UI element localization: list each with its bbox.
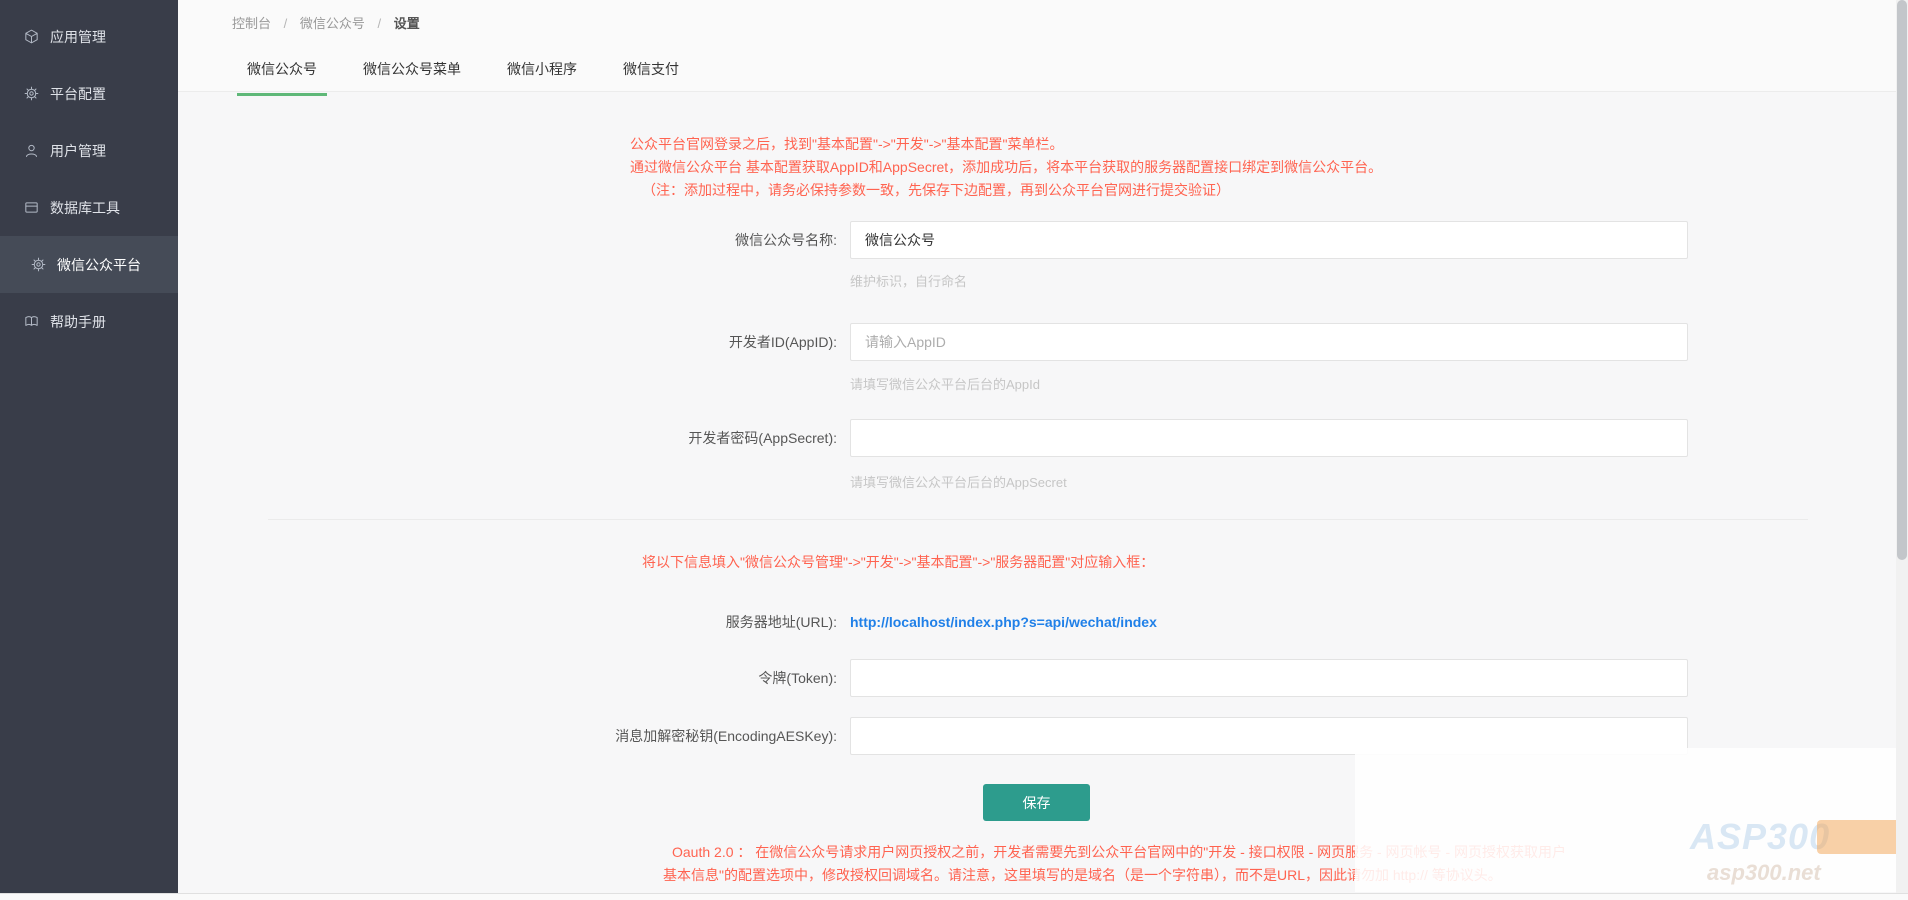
account-name-label: 微信公众号名称:: [178, 230, 837, 250]
tab-wechat-miniprogram[interactable]: 微信小程序: [497, 55, 587, 96]
gear-icon: [29, 256, 47, 274]
breadcrumb-separator: /: [284, 16, 288, 31]
account-name-input[interactable]: [850, 221, 1688, 259]
form-row-appsecret: 开发者密码(AppSecret):: [178, 418, 1688, 458]
sidebar-item-label: 数据库工具: [50, 198, 120, 218]
appsecret-label: 开发者密码(AppSecret):: [178, 428, 837, 448]
appsecret-help: 请填写微信公众平台后台的AppSecret: [850, 472, 1067, 491]
sidebar-item-label: 帮助手册: [50, 312, 106, 332]
sidebar-item-label: 平台配置: [50, 84, 106, 104]
sidebar-item-platform-config[interactable]: 平台配置: [0, 65, 178, 122]
appid-label: 开发者ID(AppID):: [178, 332, 837, 352]
aeskey-label: 消息加解密秘钥(EncodingAESKey):: [178, 726, 837, 746]
cube-icon: [22, 28, 40, 46]
sidebar-item-database-tools[interactable]: 数据库工具: [0, 179, 178, 236]
breadcrumb-wechat[interactable]: 微信公众号: [300, 16, 365, 31]
breadcrumb-console[interactable]: 控制台: [232, 16, 271, 31]
instruction-line: 公众平台官网登录之后，找到"基本配置"->"开发"->"基本配置"菜单栏。: [630, 133, 1382, 156]
horizontal-scrollbar[interactable]: [0, 893, 1908, 900]
save-button[interactable]: 保存: [983, 784, 1090, 821]
sidebar-item-label: 应用管理: [50, 27, 106, 47]
form-row-server-url: 服务器地址(URL): http://localhost/index.php?s…: [178, 602, 1157, 642]
server-url-label: 服务器地址(URL):: [178, 612, 837, 632]
book-icon: [22, 313, 40, 331]
vertical-scrollbar-thumb[interactable]: [1897, 0, 1907, 560]
sidebar-item-label: 用户管理: [50, 141, 106, 161]
vertical-scrollbar[interactable]: [1896, 0, 1908, 900]
form-row-token: 令牌(Token):: [178, 658, 1688, 698]
appid-input[interactable]: [850, 323, 1688, 361]
sidebar-item-app-management[interactable]: 应用管理: [0, 8, 178, 65]
watermark-domain: asp300.net: [1707, 860, 1821, 886]
sidebar-item-label: 微信公众平台: [57, 255, 141, 275]
sidebar-item-user-management[interactable]: 用户管理: [0, 122, 178, 179]
watermark-overlay: ASP300 asp300.net: [1355, 748, 1908, 892]
section-divider: [268, 519, 1808, 520]
tab-wechat-menu[interactable]: 微信公众号菜单: [353, 55, 471, 96]
token-label: 令牌(Token):: [178, 668, 837, 688]
form-row-account-name: 微信公众号名称:: [178, 220, 1688, 260]
watermark-logo: ASP300: [1690, 816, 1830, 858]
gear-icon: [22, 85, 40, 103]
sidebar-item-help-manual[interactable]: 帮助手册: [0, 293, 178, 350]
appid-help: 请填写微信公众平台后台的AppId: [850, 374, 1040, 393]
token-input[interactable]: [850, 659, 1688, 697]
breadcrumb-settings: 设置: [394, 16, 420, 31]
breadcrumb-separator: /: [378, 16, 382, 31]
watermark-badge: [1817, 820, 1905, 854]
instruction-line: （注：添加过程中，请务必保持参数一致，先保存下边配置，再到公众平台官网进行提交验…: [630, 179, 1382, 202]
appsecret-input[interactable]: [850, 419, 1688, 457]
tab-wechat-official[interactable]: 微信公众号: [237, 55, 327, 96]
mid-instructions: 将以下信息填入"微信公众号管理"->"开发"->"基本配置"->"服务器配置"对…: [642, 551, 1154, 574]
top-instructions: 公众平台官网登录之后，找到"基本配置"->"开发"->"基本配置"菜单栏。 通过…: [630, 133, 1382, 202]
sidebar: 应用管理 平台配置 用户管理 数据库工具 微信公众平台 帮助手册: [0, 0, 178, 895]
tab-wechat-pay[interactable]: 微信支付: [613, 55, 689, 96]
breadcrumb: 控制台 / 微信公众号 / 设置: [232, 13, 420, 32]
account-name-help: 维护标识，自行命名: [850, 271, 967, 290]
database-icon: [22, 199, 40, 217]
user-icon: [22, 142, 40, 160]
tab-bar: 微信公众号 微信公众号菜单 微信小程序 微信支付: [237, 55, 715, 96]
form-row-appid: 开发者ID(AppID):: [178, 322, 1688, 362]
sidebar-item-wechat-platform[interactable]: 微信公众平台: [0, 236, 178, 293]
server-url-link[interactable]: http://localhost/index.php?s=api/wechat/…: [850, 614, 1157, 630]
instruction-line: 通过微信公众平台 基本配置获取AppID和AppSecret，添加成功后，将本平…: [630, 156, 1382, 179]
